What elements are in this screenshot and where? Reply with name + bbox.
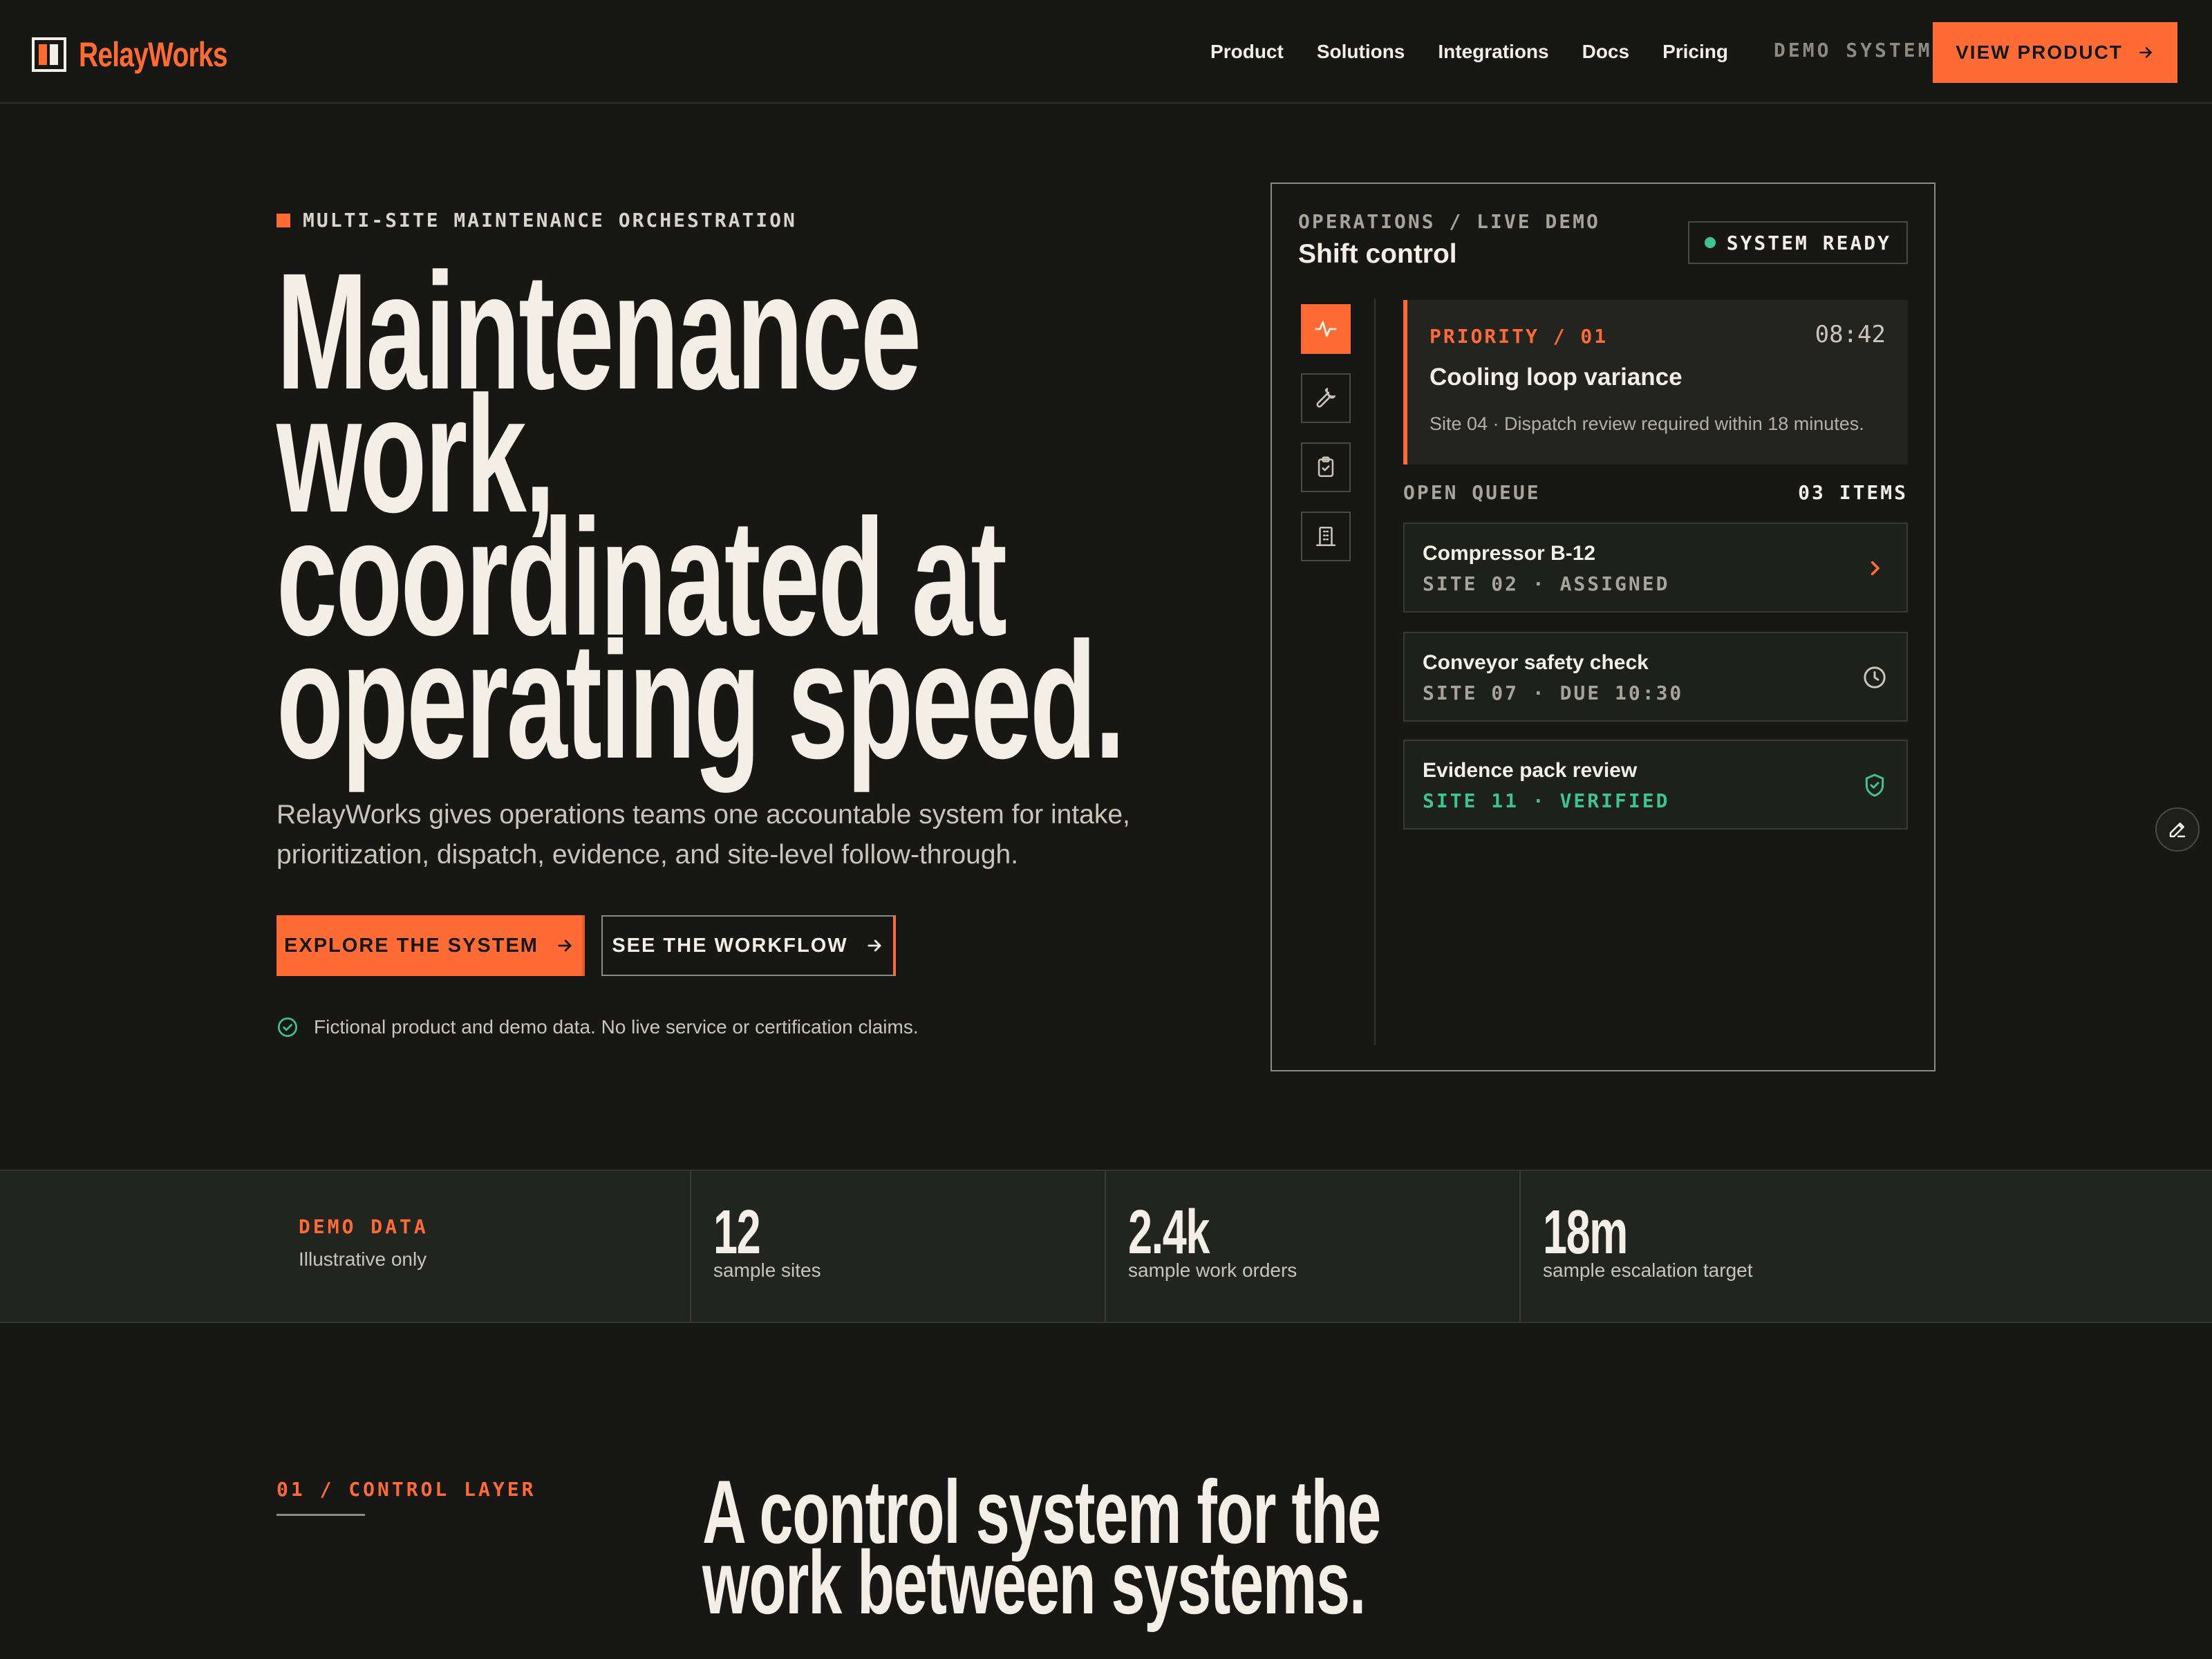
queue-item-status: SITE 11 · VERIFIED — [1423, 789, 1670, 812]
queue-item[interactable]: Evidence pack review SITE 11 · VERIFIED — [1403, 740, 1908, 830]
hero-eyebrow-text: MULTI-SITE MAINTENANCE ORCHESTRATION — [303, 209, 797, 232]
nav-link-docs[interactable]: Docs — [1582, 41, 1629, 63]
stats-divider — [1105, 1171, 1106, 1322]
check-circle-icon — [278, 1018, 297, 1037]
status-badge-text: SYSTEM READY — [1726, 231, 1891, 254]
stat-value: 12 — [713, 1198, 761, 1267]
pencil-icon — [2169, 823, 2186, 838]
brand-logo[interactable]: RelayWorks — [32, 35, 269, 75]
clipboard-check-icon — [1318, 456, 1334, 478]
hero-disclaimer: Fictional product and demo data. No live… — [276, 1016, 919, 1038]
edit-floating-button[interactable] — [2155, 807, 2200, 852]
stat-caption: sample work orders — [1128, 1259, 1297, 1281]
panel-eyebrow: OPERATIONS / LIVE DEMO — [1298, 210, 1600, 233]
pulse-icon — [1315, 321, 1337, 337]
section-eyebrow: 01 / CONTROL LAYER — [276, 1478, 536, 1501]
queue-item-status: SITE 07 · DUE 10:30 — [1423, 682, 1684, 704]
nav-link-pricing[interactable]: Pricing — [1662, 41, 1728, 63]
explore-system-button[interactable]: EXPLORE THE SYSTEM — [276, 915, 585, 976]
stats-band: DEMO DATA Illustrative only 12 sample si… — [0, 1170, 2212, 1323]
priority-time: 08:42 — [1815, 321, 1886, 348]
stat-value: 2.4k — [1128, 1198, 1210, 1267]
section-title: A control system for the work between sy… — [702, 1467, 1381, 1633]
section-title-line-2: work between systems. — [702, 1532, 1366, 1633]
nav-link-product[interactable]: Product — [1210, 41, 1284, 63]
queue-count: 03 ITEMS — [1798, 481, 1908, 504]
stat-value: 18m — [1543, 1198, 1628, 1267]
status-dot-icon — [1704, 237, 1716, 248]
stats-label: DEMO DATA — [299, 1215, 429, 1238]
chevron-right-icon — [1871, 561, 1880, 576]
view-product-button[interactable]: VIEW PRODUCT — [1933, 22, 2177, 83]
hero-eyebrow: MULTI-SITE MAINTENANCE ORCHESTRATION — [276, 209, 797, 232]
hero-title-line-4: operating speed. — [276, 608, 1125, 793]
see-workflow-label: SEE THE WORKFLOW — [612, 934, 848, 957]
eyebrow-square-icon — [276, 213, 290, 227]
stats-divider — [690, 1171, 691, 1322]
queue-item-title: Evidence pack review — [1423, 759, 1638, 782]
arrow-right-icon — [2139, 47, 2152, 58]
queue-item-title: Conveyor safety check — [1423, 651, 1649, 674]
explore-system-label: EXPLORE THE SYSTEM — [284, 934, 538, 957]
view-product-label: VIEW PRODUCT — [1956, 41, 2123, 63]
queue-item[interactable]: Compressor B-12 SITE 02 · ASSIGNED — [1403, 523, 1908, 612]
side-nav-building[interactable] — [1301, 512, 1351, 561]
queue-item-title: Compressor B-12 — [1423, 542, 1596, 565]
shift-control-panel: OPERATIONS / LIVE DEMO Shift control SYS… — [1271, 182, 1936, 1071]
side-nav-pulse[interactable] — [1301, 304, 1351, 354]
priority-card[interactable]: PRIORITY / 01 08:42 Cooling loop varianc… — [1403, 300, 1908, 465]
building-icon — [1315, 526, 1336, 547]
demo-system-label: DEMO SYSTEM — [1774, 39, 1933, 62]
queue-label: OPEN QUEUE — [1403, 481, 1541, 504]
logo-mark-icon — [32, 37, 66, 72]
priority-description: Site 04 · Dispatch review required withi… — [1430, 413, 1864, 434]
arrow-right-icon — [868, 939, 881, 952]
priority-label: PRIORITY / 01 — [1430, 325, 1609, 348]
stat-caption: sample sites — [713, 1259, 821, 1281]
queue-header: OPEN QUEUE 03 ITEMS — [1403, 481, 1908, 504]
panel-side-nav — [1301, 304, 1351, 561]
status-badge: SYSTEM READY — [1687, 221, 1908, 264]
section-rule — [276, 1514, 365, 1516]
panel-divider — [1374, 299, 1376, 1045]
queue-item[interactable]: Conveyor safety check SITE 07 · DUE 10:3… — [1403, 632, 1908, 722]
queue-item-status: SITE 02 · ASSIGNED — [1423, 572, 1670, 595]
arrow-right-icon — [558, 939, 572, 952]
clock-icon — [1864, 666, 1886, 688]
priority-title: Cooling loop variance — [1430, 364, 1683, 391]
stats-divider — [1519, 1171, 1521, 1322]
wrench-icon — [1316, 388, 1336, 408]
side-nav-clipboard[interactable] — [1301, 442, 1351, 492]
see-workflow-button[interactable]: SEE THE WORKFLOW — [601, 915, 896, 976]
nav-link-solutions[interactable]: Solutions — [1317, 41, 1405, 63]
panel-title: Shift control — [1298, 239, 1457, 269]
top-nav: RelayWorks Product Solutions Integration… — [0, 0, 2212, 104]
shield-check-icon — [1865, 774, 1884, 797]
nav-link-integrations[interactable]: Integrations — [1438, 41, 1548, 63]
brand-name: RelayWorks — [79, 35, 228, 74]
hero-title: Maintenance work, coordinated at operati… — [276, 248, 1125, 793]
nav-links: Product Solutions Integrations Docs Pric… — [1210, 0, 1728, 104]
stat-caption: sample escalation target — [1543, 1259, 1753, 1281]
disclaimer-text: Fictional product and demo data. No live… — [314, 1016, 919, 1038]
stats-note: Illustrative only — [299, 1248, 427, 1270]
side-nav-wrench[interactable] — [1301, 373, 1351, 423]
hero-subtitle: RelayWorks gives operations teams one ac… — [276, 800, 1130, 870]
